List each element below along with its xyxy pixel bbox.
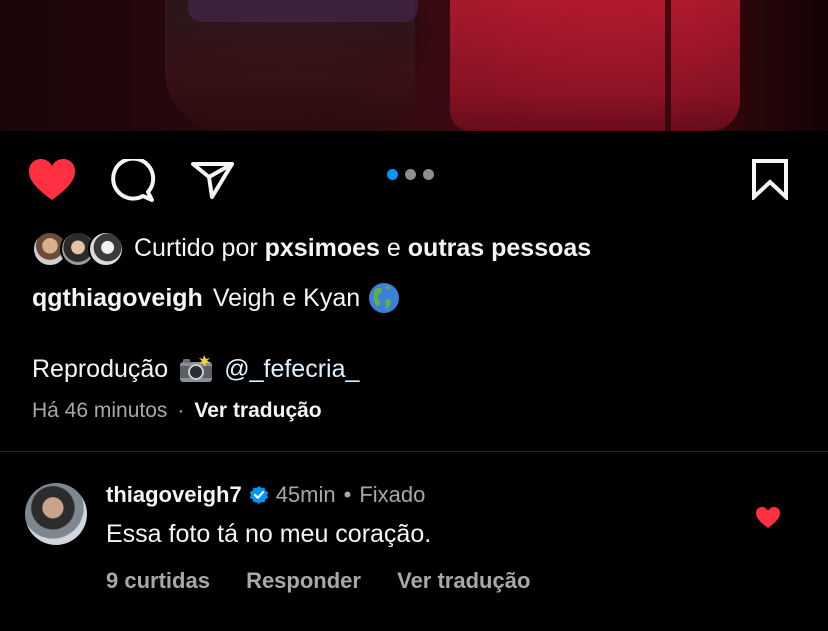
pinned-label: Fixado	[359, 482, 426, 507]
camera-flash-icon	[180, 355, 213, 382]
comment-avatar[interactable]	[25, 483, 87, 545]
comment-username[interactable]: thiagoveigh7	[106, 482, 242, 508]
photo-stripe	[665, 0, 671, 131]
likes-connector: e	[386, 233, 401, 262]
liker-avatars	[32, 230, 124, 267]
likes-prefix: Curtido por	[134, 233, 258, 262]
comment-text: Essa foto tá no meu coração.	[106, 520, 432, 548]
post-timestamp: Há 46 minutos	[32, 399, 168, 422]
likes-summary[interactable]: Curtido por pxsimoes e outras pessoas	[32, 228, 591, 268]
carousel-dot	[405, 169, 416, 180]
carousel-dot-active	[387, 169, 398, 180]
post-caption: qgthiagoveigh Veigh e Kyan	[32, 282, 400, 314]
liker-username[interactable]: pxsimoes	[265, 234, 380, 262]
post-meta: Há 46 minutos · Ver tradução	[32, 399, 322, 423]
photo-detail	[188, 0, 418, 22]
post-photo[interactable]	[0, 0, 828, 131]
carousel-dot	[423, 169, 434, 180]
comment-heart-filled-icon[interactable]	[755, 506, 781, 530]
post-credit: Reprodução @_fefecria_	[32, 354, 359, 384]
comment-likes-link[interactable]: 9 curtidas	[106, 568, 210, 593]
divider	[0, 451, 828, 452]
credit-mention-link[interactable]: @_fefecria_	[224, 355, 359, 384]
meta-separator: ·	[177, 399, 185, 422]
comment-header: thiagoveigh7 45min • Fixado	[106, 482, 425, 508]
comment-actions: 9 curtidas Responder Ver tradução	[106, 568, 560, 594]
bookmark-icon[interactable]	[751, 158, 789, 200]
comment-icon[interactable]	[108, 159, 156, 203]
carousel-indicator	[387, 169, 434, 180]
caption-username[interactable]: qgthiagoveigh	[32, 284, 203, 313]
verified-badge-icon	[249, 486, 268, 504]
heart-filled-icon[interactable]	[27, 158, 77, 202]
reply-button[interactable]: Responder	[246, 568, 361, 593]
post-actions-bar	[0, 150, 828, 210]
avatar	[88, 231, 124, 267]
see-translation-link[interactable]: Ver tradução	[194, 399, 321, 422]
share-icon[interactable]	[190, 160, 236, 200]
photo-figure-right	[450, 0, 740, 131]
likes-others-link[interactable]: outras pessoas	[408, 234, 591, 262]
comment-translate-link[interactable]: Ver tradução	[397, 568, 530, 593]
caption-text: Veigh e Kyan	[212, 283, 361, 312]
comment-timestamp: 45min	[275, 482, 336, 507]
comment-separator: •	[343, 482, 352, 507]
credit-label: Reprodução	[32, 354, 169, 383]
likes-text: Curtido por pxsimoes e outras pessoas	[134, 234, 591, 263]
globe-americas-icon	[369, 283, 400, 313]
